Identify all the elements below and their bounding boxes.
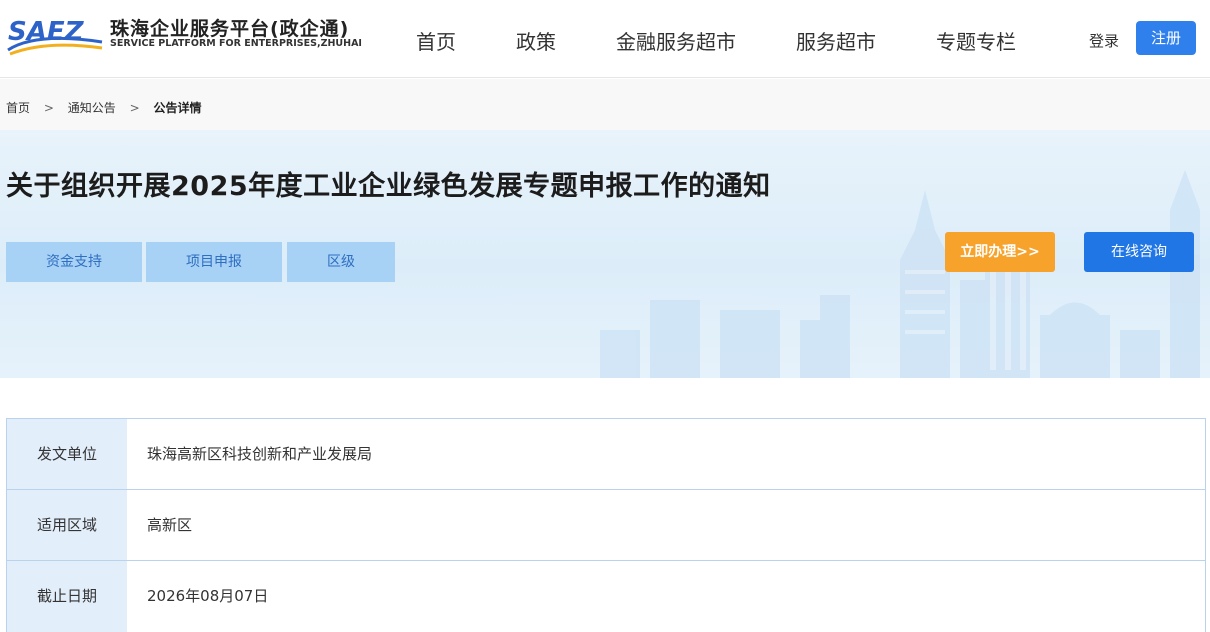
info-value: 2026年08月07日 [147,587,269,605]
site-logo[interactable]: SAEZ 珠海企业服务平台(政企通) SERVICE PLATFORM FOR … [6,10,366,62]
info-row-deadline: 截止日期 2026年08月07日 [7,561,1205,632]
breadcrumb-current: 公告详情 [153,101,202,115]
notice-title: 关于组织开展2025年度工业企业绿色发展专题申报工作的通知 [6,171,771,202]
nav-service-market[interactable]: 服务超市 [796,26,876,55]
logo-chinese-name: 珠海企业服务平台(政企通) [110,18,350,40]
tag-funding-support: 资金支持 [6,242,142,282]
info-label: 发文单位 [7,419,127,489]
breadcrumb-notices[interactable]: 通知公告 [68,99,116,116]
breadcrumb-separator: > [43,101,54,115]
nav-policy[interactable]: 政策 [516,26,556,55]
breadcrumb: 首页 > 通知公告 > 公告详情 [6,99,201,116]
svg-text:SAEZ: SAEZ [8,17,85,47]
info-row-region: 适用区域 高新区 [7,490,1205,561]
top-header: SAEZ 珠海企业服务平台(政企通) SERVICE PLATFORM FOR … [0,0,1210,78]
logo-english-name: SERVICE PLATFORM FOR ENTERPRISES,ZHUHAI [110,38,362,49]
register-button[interactable]: 注册 [1136,21,1196,55]
info-label: 截止日期 [7,561,127,632]
breadcrumb-bar: 首页 > 通知公告 > 公告详情 [0,79,1210,130]
nav-home[interactable]: 首页 [416,26,456,55]
info-value: 高新区 [147,516,193,534]
online-consult-button[interactable]: 在线咨询 [1084,232,1194,272]
notice-banner: 关于组织开展2025年度工业企业绿色发展专题申报工作的通知 资金支持 项目申报 … [0,130,1210,378]
info-value: 珠海高新区科技创新和产业发展局 [147,445,373,463]
notice-info-table: 发文单位 珠海高新区科技创新和产业发展局 适用区域 高新区 截止日期 2026年… [6,418,1206,632]
breadcrumb-separator: > [129,101,140,115]
nav-finance-market[interactable]: 金融服务超市 [616,26,736,55]
nav-special-column[interactable]: 专题专栏 [936,26,1016,55]
login-link[interactable]: 登录 [1089,30,1119,51]
saez-logo-icon: SAEZ [7,17,103,56]
apply-now-button[interactable]: 立即办理>> [945,232,1055,272]
breadcrumb-home[interactable]: 首页 [6,99,30,116]
tag-district-level: 区级 [287,242,395,282]
tag-project-application: 项目申报 [146,242,282,282]
info-row-issuer: 发文单位 珠海高新区科技创新和产业发展局 [7,419,1205,490]
info-label: 适用区域 [7,490,127,560]
